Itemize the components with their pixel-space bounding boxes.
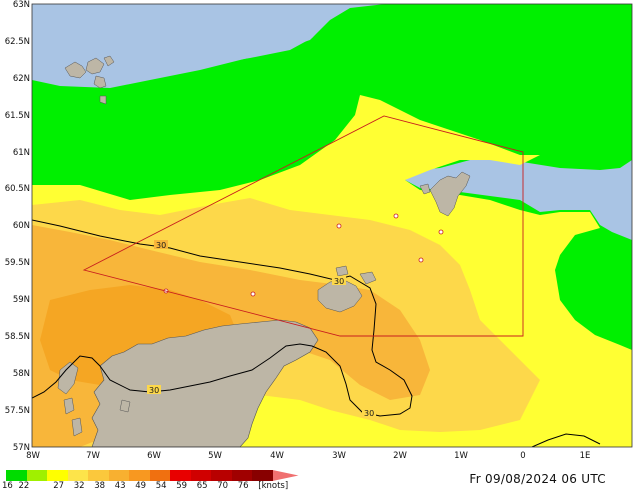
lat-label: 59.5N: [5, 258, 30, 268]
legend-swatch: [272, 470, 299, 481]
legend-swatch: [26, 470, 47, 481]
lon-label: 0: [520, 451, 525, 461]
legend-swatch: [67, 470, 88, 481]
legend-swatch: [170, 470, 191, 481]
lon-label: 7W: [86, 451, 100, 461]
lon-label: 3W: [332, 451, 346, 461]
lon-label: 4W: [270, 451, 284, 461]
legend-swatch: [149, 470, 170, 481]
contour-label-3: 30: [147, 385, 161, 395]
contour-label-2: 30: [332, 276, 346, 286]
lon-label: 1W: [454, 451, 468, 461]
latitude-labels: 63N 62.5N 62N 61.5N 61N 60.5N 60N 59.5N …: [5, 0, 30, 453]
svg-text:30: 30: [364, 409, 374, 418]
lon-label: 5W: [208, 451, 222, 461]
lat-label: 57.5N: [5, 406, 30, 416]
lat-label: 63N: [13, 0, 30, 10]
legend-swatch: [88, 470, 109, 481]
legend-swatch: [252, 470, 273, 481]
lat-label: 58.5N: [5, 332, 30, 342]
lat-label: 58N: [13, 369, 30, 379]
legend-swatch: [231, 470, 252, 481]
lat-label: 62N: [13, 74, 30, 84]
legend-swatch: [6, 470, 27, 481]
lon-label: 1E: [580, 451, 591, 461]
lat-label: 61N: [13, 148, 30, 158]
legend-swatch: [47, 470, 68, 481]
svg-text:30: 30: [156, 241, 166, 250]
contour-label-1: 30: [154, 240, 168, 250]
lon-label: 6W: [147, 451, 161, 461]
lon-label: 2W: [393, 451, 407, 461]
legend-swatch: [190, 470, 211, 481]
lat-label: 59N: [13, 295, 30, 305]
wind-map: 30 30 30 30 63N 62.5N 62N 61.5N 61N 60.5…: [5, 0, 633, 461]
lat-label: 60.5N: [5, 184, 30, 194]
legend-swatch: [211, 470, 232, 481]
legend-labels: 16 22 27 32 38 43 49 54 59 65 70 76 [knots]: [0, 481, 380, 491]
contour-label-4: 30: [362, 408, 376, 418]
lon-label: 8W: [26, 451, 40, 461]
legend-color-bar: [6, 470, 299, 481]
legend-swatch: [108, 470, 129, 481]
longitude-labels: 8W 7W 6W 5W 4W 3W 2W 1W 0 1E: [26, 451, 590, 461]
svg-text:30: 30: [149, 386, 159, 395]
lat-label: 62.5N: [5, 37, 30, 47]
valid-time-label: Fr 09/08/2024 06 UTC: [469, 472, 606, 486]
lat-label: 61.5N: [5, 111, 30, 121]
legend-swatch: [129, 470, 150, 481]
svg-text:30: 30: [334, 277, 344, 286]
lat-label: 60N: [13, 221, 30, 231]
